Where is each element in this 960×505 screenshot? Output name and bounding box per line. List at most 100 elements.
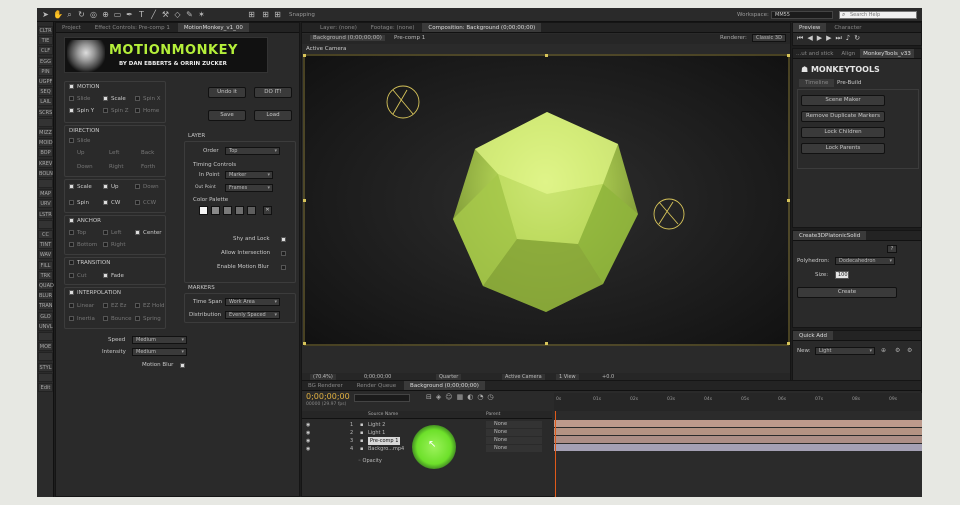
scale-radio[interactable]	[103, 96, 108, 101]
direction-right[interactable]: Right	[109, 164, 123, 170]
shy-icon[interactable]: ☺	[445, 393, 456, 401]
time-ruler[interactable]: 0s 01s 02s 03s 04s 05s 06s 07s 08s 09s	[554, 393, 922, 411]
precomp-1-bar[interactable]	[554, 436, 922, 443]
home-radio[interactable]	[135, 108, 140, 113]
anchor-top-radio[interactable]	[69, 230, 74, 235]
current-time-indicator[interactable]	[555, 411, 556, 497]
tool-shortcut-button[interactable]: SEQ	[38, 87, 53, 97]
tool-shortcut-button[interactable]: KREV	[38, 158, 53, 168]
tool-shortcut-button[interactable]: BOLN	[38, 168, 53, 178]
tool-shortcut-button[interactable]: CLTR	[38, 26, 53, 35]
palette-swatch-5[interactable]	[247, 206, 256, 215]
tab-monkeytools[interactable]: MonkeyTools_v33	[860, 49, 914, 58]
options-icon[interactable]: ⚙	[895, 347, 900, 354]
tool-shortcut-button[interactable]: BOP	[38, 148, 53, 158]
bounce-radio[interactable]	[103, 316, 108, 321]
search-help-input[interactable]: Search Help	[839, 11, 917, 19]
allow-intersection-checkbox[interactable]	[281, 251, 286, 256]
shy-lock-checkbox[interactable]	[281, 237, 286, 242]
spin-cw-radio[interactable]	[103, 200, 108, 205]
tool-shortcut-button[interactable]: TRK	[38, 270, 53, 280]
palette-swatch-3[interactable]	[223, 206, 232, 215]
parent-dropdown[interactable]: None	[486, 437, 542, 444]
tab-character[interactable]: Character	[828, 23, 867, 32]
tab-bg-renderer[interactable]: BG Renderer	[302, 381, 349, 390]
in-point-dropdown[interactable]: Marker	[225, 171, 273, 179]
loop-icon[interactable]: ↻	[854, 34, 864, 42]
tool-shortcut-button[interactable]	[38, 332, 53, 341]
new-type-dropdown[interactable]: Light	[815, 347, 875, 355]
palette-swatch-2[interactable]	[211, 206, 220, 215]
tool-shortcut-button[interactable]: QUAD	[38, 281, 54, 290]
tool-shortcut-button[interactable]: WAV	[38, 250, 53, 260]
tool-shortcut-button[interactable]	[38, 179, 53, 188]
tool-shortcut-button[interactable]: LAIL	[38, 97, 53, 107]
view-axis-icon[interactable]: ⊞	[273, 10, 282, 19]
create-button[interactable]: Create	[797, 287, 897, 298]
last-frame-icon[interactable]: ⏭	[835, 34, 845, 42]
tool-shortcut-button[interactable]: BLUR	[38, 291, 53, 301]
tool-shortcut-button[interactable]: EGG	[38, 56, 53, 66]
selection-tool-icon[interactable]: ➤	[41, 10, 50, 19]
polyhedron-dropdown[interactable]: Dodecahedron	[835, 257, 895, 265]
tool-shortcut-button[interactable]	[38, 219, 53, 229]
tab-quick-add[interactable]: Quick Add	[793, 331, 833, 340]
parent-dropdown[interactable]: None	[486, 421, 542, 428]
palette-swatch-1[interactable]	[199, 206, 208, 215]
spin-dir-checkbox[interactable]	[69, 200, 74, 205]
spring-radio[interactable]	[135, 316, 140, 321]
ez-hold-radio[interactable]	[135, 303, 140, 308]
tool-shortcut-button[interactable]: CC	[38, 230, 53, 239]
graph-editor-icon[interactable]: ◷	[487, 393, 497, 401]
inertia-radio[interactable]	[69, 316, 74, 321]
tool-shortcut-button[interactable]: TINT	[38, 240, 53, 250]
composition-viewer[interactable]	[303, 54, 790, 346]
tool-shortcut-button[interactable]: Edit	[38, 383, 53, 392]
anchor-checkbox[interactable]	[69, 218, 74, 223]
first-frame-icon[interactable]: ⏮	[797, 34, 807, 42]
tool-shortcut-button[interactable]: CLF	[38, 46, 53, 56]
roto-tool-icon[interactable]: ✎	[185, 10, 194, 19]
type-tool-icon[interactable]: T	[137, 10, 146, 19]
speed-dropdown[interactable]: Medium	[132, 336, 187, 344]
scene-maker-button[interactable]: Scene Maker	[801, 95, 885, 106]
timeline-timecode[interactable]: 0;00;00;00	[306, 392, 350, 401]
direction-slide-radio[interactable]	[69, 138, 74, 143]
direction-forth[interactable]: Forth	[141, 164, 155, 170]
motion-blur-icon[interactable]: ◐	[467, 393, 477, 401]
tool-shortcut-button[interactable]: MAP	[38, 189, 53, 199]
tab-motionmonkey[interactable]: MotionMonkey_v1_00	[177, 23, 249, 32]
eraser-tool-icon[interactable]: ◇	[173, 10, 182, 19]
tab-create3d[interactable]: Create3DPlatonicSolid	[793, 231, 867, 240]
parent-dropdown[interactable]: None	[486, 445, 542, 452]
slide-radio[interactable]	[69, 96, 74, 101]
light-2-bar[interactable]	[554, 420, 922, 427]
transition-cut-radio[interactable]	[69, 273, 74, 278]
direction-back[interactable]: Back	[141, 150, 154, 156]
transition-checkbox[interactable]	[69, 260, 74, 265]
time-span-dropdown[interactable]: Work Area	[225, 298, 280, 306]
brainstorm-icon[interactable]: ◔	[477, 393, 487, 401]
order-dropdown[interactable]: Top	[225, 147, 280, 155]
background-bar[interactable]	[554, 444, 922, 451]
world-axis-icon[interactable]: ⊞	[261, 10, 270, 19]
motion-checkbox[interactable]	[69, 84, 74, 89]
play-icon[interactable]: ▶	[817, 34, 826, 42]
hand-tool-icon[interactable]: ✋	[53, 10, 63, 19]
do-it-button[interactable]: DO IT!	[254, 87, 292, 98]
tool-shortcut-button[interactable]	[38, 352, 53, 362]
draft3d-icon[interactable]: ◈	[436, 393, 445, 401]
interpolation-checkbox[interactable]	[69, 290, 74, 295]
breadcrumb-background[interactable]: Background (0;00;00;00)	[310, 35, 385, 41]
linear-radio[interactable]	[69, 303, 74, 308]
spin-x-radio[interactable]	[135, 96, 140, 101]
scale-up-radio[interactable]	[103, 184, 108, 189]
camera-tool-icon[interactable]: ◎	[89, 10, 98, 19]
parent-dropdown[interactable]: None	[486, 429, 542, 436]
tab-align[interactable]: Align	[838, 49, 858, 58]
tab-timeline-background[interactable]: Background (0;00;00;00)	[404, 381, 485, 390]
anchor-bottom-radio[interactable]	[69, 242, 74, 247]
workspace-dropdown[interactable]: MM55	[771, 11, 833, 19]
tab-footage[interactable]: Footage: (none)	[365, 23, 421, 32]
save-button[interactable]: Save	[208, 110, 246, 121]
